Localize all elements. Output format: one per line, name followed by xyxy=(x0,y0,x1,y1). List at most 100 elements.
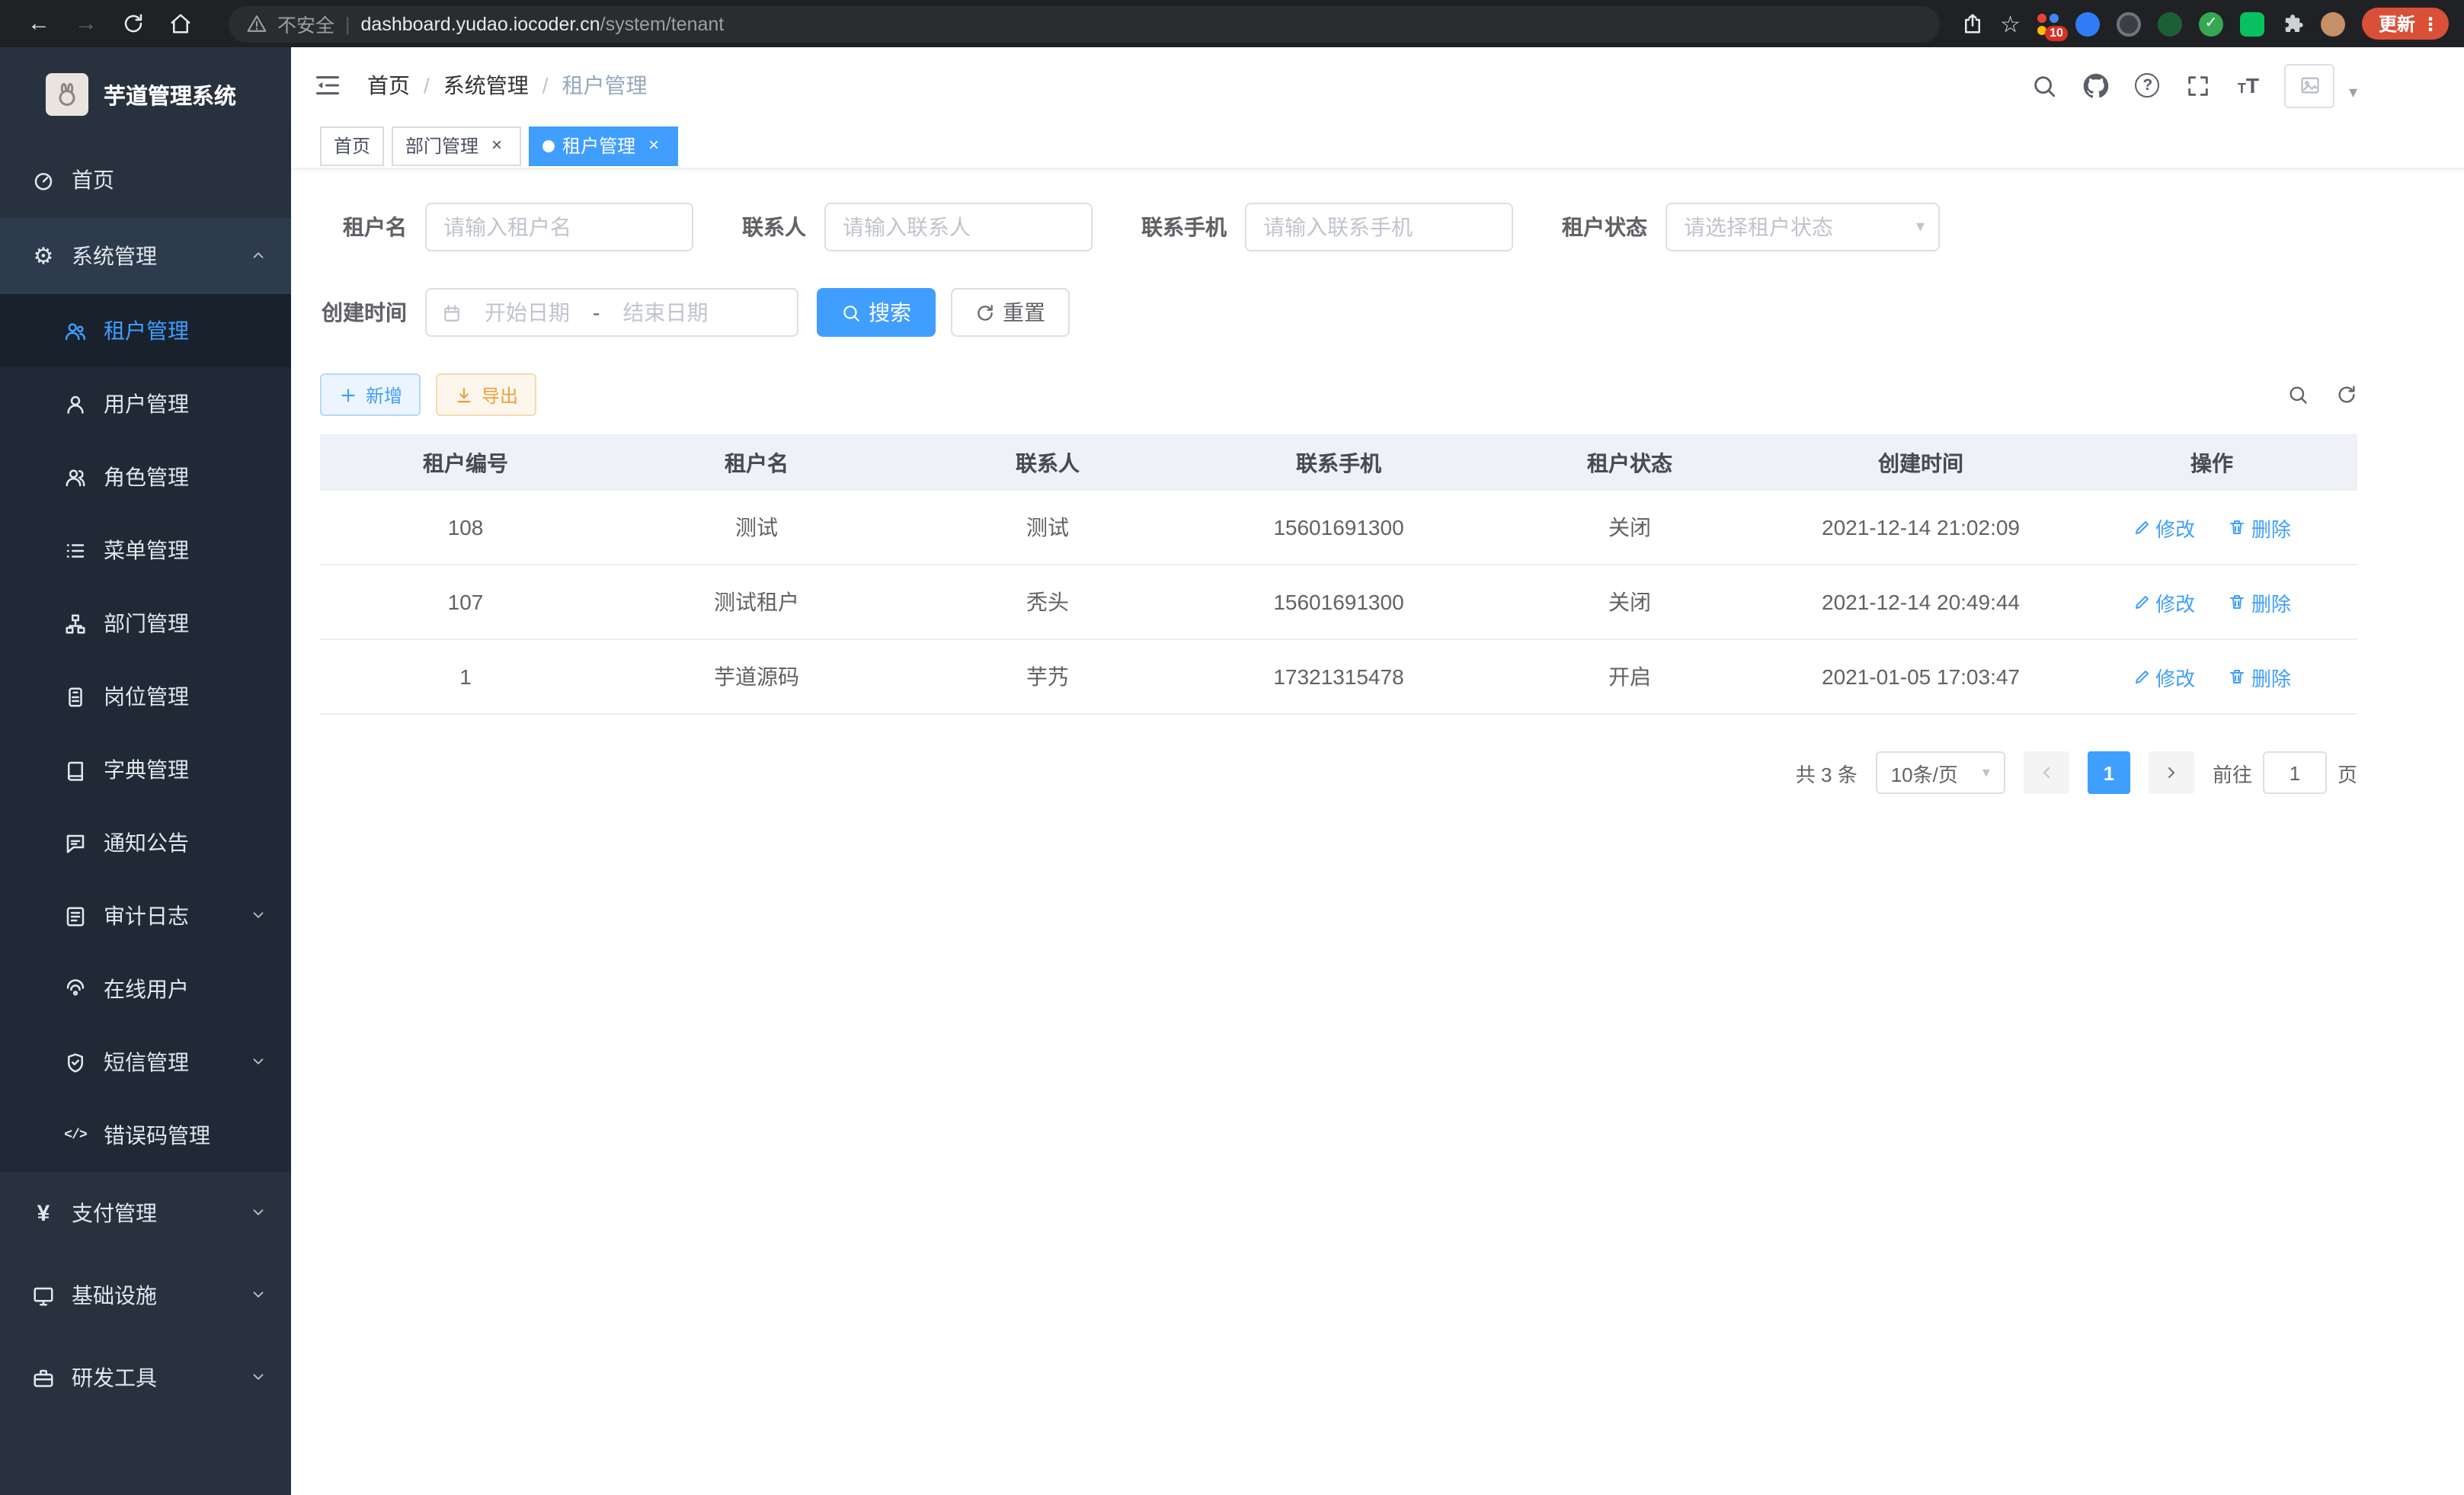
help-icon[interactable]: ? xyxy=(2136,73,2160,98)
sidebar-item-error-code-management[interactable]: </> 错误码管理 xyxy=(0,1099,291,1172)
add-button[interactable]: 新增 xyxy=(320,373,421,416)
sidebar-item-dict-management[interactable]: 字典管理 xyxy=(0,733,291,806)
end-date-input[interactable] xyxy=(610,300,720,325)
extension-icon-1[interactable]: 10 xyxy=(2037,13,2059,34)
col-status: 租户状态 xyxy=(1484,435,1775,490)
extension-icon-6[interactable] xyxy=(2240,11,2264,36)
cell-actions: 修改 删除 xyxy=(2066,639,2357,714)
sidebar-item-home[interactable]: 首页 xyxy=(0,142,291,218)
share-icon[interactable] xyxy=(1960,12,1983,35)
delete-link[interactable]: 删除 xyxy=(2229,513,2291,542)
delete-link[interactable]: 删除 xyxy=(2229,662,2291,691)
forward-icon[interactable]: → xyxy=(75,11,98,37)
profile-avatar-icon[interactable] xyxy=(2321,11,2345,36)
cell-phone: 17321315478 xyxy=(1193,639,1484,714)
sidebar-item-infrastructure[interactable]: 基础设施 xyxy=(0,1254,291,1337)
sidebar-item-payment-management[interactable]: ¥ 支付管理 xyxy=(0,1172,291,1254)
next-page-button[interactable] xyxy=(2149,751,2194,794)
extension-icon-5[interactable]: ✓ xyxy=(2199,11,2223,36)
extension-icon-2[interactable] xyxy=(2075,11,2100,36)
delete-label: 删除 xyxy=(2251,662,2291,691)
breadcrumb-item-home[interactable]: 首页 xyxy=(367,70,410,101)
address-bar[interactable]: 不安全 | dashboard.yudao.iocoder.cn/system/… xyxy=(229,5,1939,42)
edit-link[interactable]: 修改 xyxy=(2133,662,2195,691)
delete-link[interactable]: 删除 xyxy=(2229,587,2291,616)
start-date-input[interactable] xyxy=(472,300,582,325)
export-button[interactable]: 导出 xyxy=(436,373,536,416)
edit-link[interactable]: 修改 xyxy=(2133,513,2195,542)
reload-icon[interactable] xyxy=(122,12,145,35)
sidebar-item-department-management[interactable]: 部门管理 xyxy=(0,587,291,660)
sidebar-item-user-management[interactable]: 用户管理 xyxy=(0,367,291,440)
chevron-down-icon xyxy=(250,1283,267,1308)
tab-department-management[interactable]: 部门管理 × xyxy=(392,126,521,165)
app-logo[interactable]: 芋道管理系统 xyxy=(0,47,291,142)
close-icon[interactable]: × xyxy=(486,135,507,156)
tab-home[interactable]: 首页 xyxy=(320,126,384,165)
sidebar-item-label: 岗位管理 xyxy=(104,681,189,712)
tab-tenant-management[interactable]: 租户管理 × xyxy=(529,126,678,165)
topbar: 首页 / 系统管理 / 租户管理 ? TT ▾ xyxy=(291,47,2464,123)
sidebar-item-role-management[interactable]: 角色管理 xyxy=(0,440,291,514)
github-icon[interactable] xyxy=(2084,72,2110,98)
sidebar-item-dev-tools[interactable]: 研发工具 xyxy=(0,1337,291,1419)
prev-page-button[interactable] xyxy=(2024,751,2069,794)
users-icon xyxy=(64,319,87,342)
status-select[interactable] xyxy=(1666,203,1940,251)
trash-icon xyxy=(2229,518,2247,536)
bookmark-star-icon[interactable]: ☆ xyxy=(2000,10,2021,37)
table-row: 107 测试租户 秃头 15601691300 关闭 2021-12-14 20… xyxy=(320,565,2357,639)
sidebar-item-audit-log[interactable]: 审计日志 xyxy=(0,879,291,952)
sidebar-item-menu-management[interactable]: 菜单管理 xyxy=(0,514,291,587)
chevron-up-icon xyxy=(250,244,267,268)
sidebar-item-sms-management[interactable]: 短信管理 xyxy=(0,1026,291,1099)
page-number-current[interactable]: 1 xyxy=(2088,751,2130,794)
tenant-name-input[interactable] xyxy=(425,203,693,251)
date-range-picker[interactable]: - xyxy=(425,288,798,337)
sidebar-item-label: 支付管理 xyxy=(72,1198,157,1228)
fullscreen-icon[interactable] xyxy=(2186,72,2212,98)
page-size-select[interactable]: 10条/页 ▾ xyxy=(1876,751,2005,794)
sidebar-item-system-management[interactable]: ⚙ 系统管理 xyxy=(0,218,291,294)
user-menu-caret-icon[interactable]: ▾ xyxy=(2349,82,2357,107)
extension-icon-4[interactable] xyxy=(2158,11,2182,36)
goto-page-input[interactable] xyxy=(2263,751,2327,794)
sidebar-item-tenant-management[interactable]: 租户管理 xyxy=(0,294,291,367)
extensions-puzzle-icon[interactable] xyxy=(2281,12,2304,35)
update-button[interactable]: 更新 ⋮ xyxy=(2362,8,2449,40)
edit-link[interactable]: 修改 xyxy=(2133,587,2195,616)
back-icon[interactable]: ← xyxy=(27,11,50,37)
edit-label: 修改 xyxy=(2155,513,2195,542)
sidebar-item-online-users[interactable]: 在线用户 xyxy=(0,952,291,1026)
close-icon[interactable]: × xyxy=(643,135,664,156)
edit-pencil-icon xyxy=(2133,667,2151,686)
calendar-icon xyxy=(442,303,462,322)
filter-status: 租户状态 ▾ xyxy=(1562,203,1940,251)
user-avatar[interactable] xyxy=(2285,63,2335,107)
export-button-label: 导出 xyxy=(482,382,518,408)
sidebar-item-post-management[interactable]: 岗位管理 xyxy=(0,660,291,733)
question-glyph: ? xyxy=(2142,76,2152,94)
search-button[interactable]: 搜索 xyxy=(817,288,936,337)
font-size-icon[interactable]: TT xyxy=(2238,73,2259,98)
monitor-icon xyxy=(32,1284,55,1307)
search-icon[interactable] xyxy=(2032,72,2058,98)
show-search-icon[interactable] xyxy=(2287,384,2309,405)
sidebar-item-label: 在线用户 xyxy=(104,974,189,1004)
sidebar-fold-icon[interactable] xyxy=(314,72,341,99)
breadcrumb-item-system[interactable]: 系统管理 xyxy=(443,70,529,101)
reset-button[interactable]: 重置 xyxy=(951,288,1070,337)
refresh-table-icon[interactable] xyxy=(2336,384,2357,405)
home-icon[interactable] xyxy=(169,12,192,35)
filter-contact: 联系人 xyxy=(742,203,1093,251)
sidebar-item-notice-announcement[interactable]: 通知公告 xyxy=(0,806,291,879)
tags-view: 首页 部门管理 × 租户管理 × xyxy=(291,123,2464,169)
browser-nav: ← → xyxy=(12,11,207,37)
filter-row-1: 租户名 联系人 联系手机 租户状态 xyxy=(320,203,2357,251)
sidebar-item-label: 错误码管理 xyxy=(104,1120,210,1151)
phone-input[interactable] xyxy=(1245,203,1513,251)
cell-phone: 15601691300 xyxy=(1193,490,1484,565)
contact-input[interactable] xyxy=(824,203,1093,251)
extension-icon-3[interactable] xyxy=(2117,11,2141,36)
breadcrumb-separator: / xyxy=(424,73,430,98)
